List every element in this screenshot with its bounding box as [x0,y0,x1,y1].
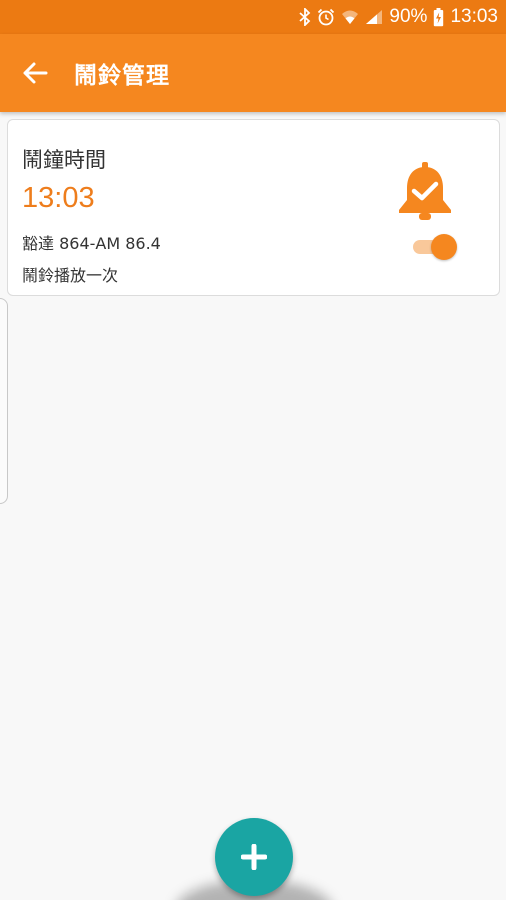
alarm-repeat: 鬧鈴播放一次 [22,266,119,285]
alarm-time: 13:03 [22,182,95,214]
battery-charging-icon [433,7,444,27]
battery-percent: 90% [389,6,428,27]
plus-icon [241,844,267,870]
status-time: 13:03 [450,6,498,27]
page-title: 鬧鈴管理 [74,63,170,89]
add-alarm-button[interactable] [215,818,293,896]
back-button[interactable] [0,34,70,112]
alarm-station: 豁達 864-AM 86.4 [22,234,161,253]
alarm-card[interactable]: 鬧鐘時間 13:03 豁達 864-AM 86.4 鬧鈴播放一次 [7,119,500,296]
screen: 90% 13:03 鬧鈴管理 鬧鐘時間 13:03 豁達 864-AM 86.4… [0,0,506,900]
bluetooth-icon [299,8,311,26]
bell-check-icon [399,162,451,220]
partial-card-edge [0,298,8,504]
arrow-left-icon [23,62,48,84]
status-bar: 90% 13:03 [0,0,506,34]
wifi-icon [341,9,359,25]
alarm-clock-icon [317,8,335,26]
signal-icon [365,9,383,25]
alarm-title: 鬧鐘時間 [22,148,106,172]
alarm-enable-toggle[interactable] [409,233,457,261]
toggle-thumb [431,234,457,260]
app-bar: 鬧鈴管理 [0,34,506,112]
